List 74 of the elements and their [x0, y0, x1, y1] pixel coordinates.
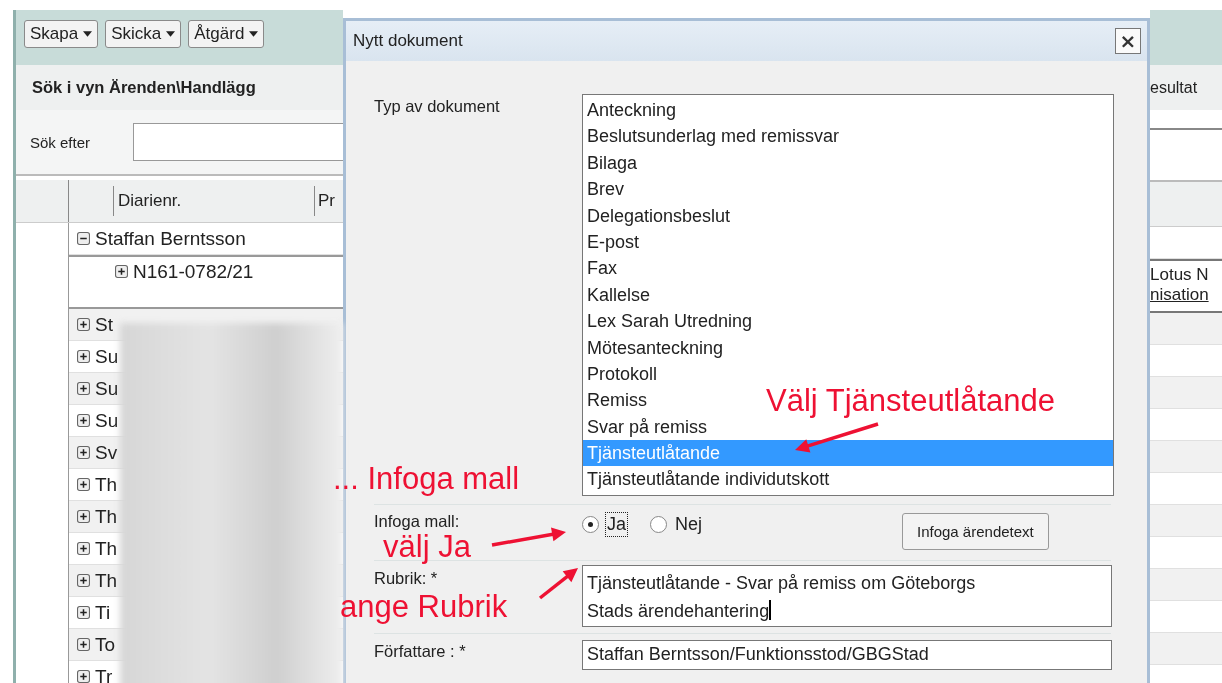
table-cell-text: Lotus N — [1150, 265, 1210, 285]
column-header[interactable]: Diarienr. — [114, 186, 315, 216]
expand-icon[interactable] — [77, 414, 90, 427]
caret-icon — [83, 31, 93, 37]
search-label: Sök efter — [30, 133, 92, 151]
view-title: Sök i vyn Ärenden\Handlägg — [32, 78, 256, 97]
tree-item[interactable]: Th — [95, 569, 118, 592]
author-field[interactable]: Staffan Berntsson/Funktionsstod/GBGStad — [582, 639, 1112, 670]
menu-button[interactable]: Åtgärd — [188, 20, 265, 48]
list-item[interactable]: Protokoll — [583, 360, 658, 388]
tree-item[interactable]: Su — [95, 409, 119, 432]
field-label: Infoga mall: — [374, 511, 460, 531]
tree-item[interactable]: Staffan Berntsson — [95, 227, 246, 250]
expand-icon[interactable] — [77, 638, 90, 651]
field-label: Författare : * — [374, 640, 466, 661]
tree-item[interactable]: Tr — [95, 665, 113, 683]
expand-icon[interactable] — [77, 446, 90, 459]
search-field[interactable] — [133, 123, 343, 161]
expand-icon[interactable] — [77, 670, 90, 683]
close-button[interactable]: × — [1115, 28, 1141, 54]
tree-item[interactable]: Su — [95, 345, 119, 368]
toolbar — [1150, 10, 1222, 65]
tree-item[interactable]: Sv — [95, 441, 118, 464]
heading-field[interactable]: Tjänsteutlåtande - Svar på remiss om Göteborgs Stads ärendehantering — [582, 564, 1112, 627]
list-item[interactable]: Fax — [583, 255, 617, 282]
field-label: Rubrik: * — [374, 567, 438, 588]
tree-item[interactable]: St — [95, 313, 113, 336]
expand-icon[interactable] — [77, 350, 90, 363]
list-item[interactable]: E-post — [583, 228, 640, 256]
menu-button[interactable]: Skicka — [105, 20, 182, 48]
annotation-text: Välj Tjänsteutlåtande — [766, 386, 1055, 416]
annotation-text: ange Rubrik — [340, 590, 508, 625]
list-item[interactable]: Delegationsbeslut — [583, 202, 731, 229]
expand-icon[interactable] — [77, 574, 90, 587]
list-item[interactable]: Tjänsteutlåtande individutskott — [583, 466, 830, 493]
expand-icon[interactable] — [77, 510, 90, 523]
list-item[interactable]: Brev — [583, 176, 624, 203]
caret-icon — [249, 31, 259, 37]
link[interactable]: nisation — [1150, 285, 1222, 305]
window-title: Nytt dokument — [353, 31, 463, 51]
list-item[interactable]: Lex Sarah Utredning — [583, 308, 753, 335]
collapse-icon[interactable] — [77, 232, 90, 245]
column-header[interactable]: Pr — [315, 191, 335, 211]
expand-icon[interactable] — [77, 478, 90, 491]
radio-button[interactable] — [582, 515, 599, 533]
list-item[interactable]: Kallelse — [583, 281, 651, 309]
tree-item[interactable]: Th — [95, 473, 118, 496]
radio-button[interactable] — [650, 515, 667, 533]
list-item[interactable]: Anteckning — [583, 97, 677, 124]
radio-label[interactable]: Ja — [605, 511, 628, 537]
field-label: Typ av dokument — [374, 96, 500, 116]
list-item[interactable]: Bilaga — [583, 149, 638, 177]
tree-item[interactable]: N161-0782/21 — [133, 261, 254, 283]
list-item[interactable]: Svar på remiss — [583, 413, 708, 441]
insert-text-button[interactable]: Infoga ärendetext — [902, 512, 1049, 550]
menu-button[interactable]: Skapa — [24, 20, 99, 48]
expand-icon[interactable] — [115, 265, 128, 278]
expand-icon[interactable] — [77, 382, 90, 395]
tree-item[interactable]: Th — [95, 505, 118, 528]
expand-icon[interactable] — [77, 542, 90, 555]
tree-item[interactable]: To — [95, 633, 116, 656]
radio-label[interactable]: Nej — [673, 511, 705, 537]
list-item[interactable]: Beslutsunderlag med remissvar — [583, 123, 840, 150]
expand-icon[interactable] — [77, 318, 90, 331]
list-item[interactable]: Remiss — [583, 387, 647, 414]
caret-icon — [166, 31, 176, 37]
expand-icon[interactable] — [77, 606, 90, 619]
annotation-text: välj Ja — [383, 530, 471, 565]
tree-item[interactable]: Su — [95, 377, 119, 400]
list-item[interactable]: Mötesanteckning — [583, 334, 724, 361]
column-title: esultat — [1150, 78, 1198, 97]
tree-item[interactable]: Ti — [95, 601, 111, 624]
annotation-text: ... Infoga mall — [333, 462, 520, 497]
tree-item[interactable]: Th — [95, 537, 118, 560]
